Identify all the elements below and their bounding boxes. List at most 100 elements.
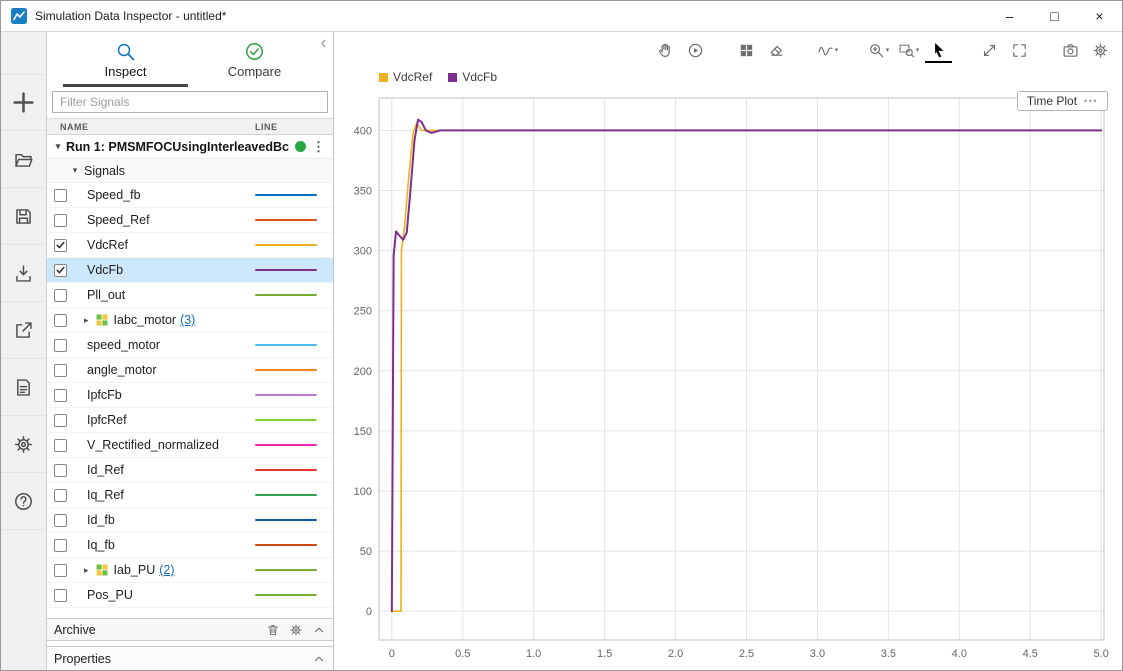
close-button[interactable]: ×	[1077, 1, 1122, 31]
tab-label: Inspect	[105, 64, 147, 79]
svg-text:0: 0	[389, 648, 395, 660]
signal-line-swatch	[255, 194, 333, 197]
create-report-button[interactable]	[1, 359, 46, 416]
svg-text:300: 300	[354, 246, 372, 258]
signal-row[interactable]: VdcFb	[47, 258, 333, 283]
signal-visibility-checkbox[interactable]	[54, 264, 67, 277]
signal-row[interactable]: Pos_PU	[47, 583, 333, 608]
run-row[interactable]: ▾ Run 1: PMSMFOCUsingInterleavedBc ⋮	[47, 135, 333, 159]
expand-icon[interactable]: ▾	[52, 141, 64, 152]
signal-count-link[interactable]: (2)	[159, 563, 174, 577]
open-button[interactable]	[1, 131, 46, 188]
snapshot-button[interactable]	[1057, 37, 1084, 63]
preferences-button[interactable]	[1, 416, 46, 473]
signal-line-swatch	[255, 469, 333, 472]
pan-button[interactable]	[652, 37, 679, 63]
pointer-button[interactable]	[925, 37, 952, 63]
signal-visibility-checkbox[interactable]	[54, 539, 67, 552]
signal-line-swatch	[255, 219, 333, 222]
run-menu-icon[interactable]: ⋮	[308, 139, 333, 155]
legend-item[interactable]: VdcFb	[448, 70, 497, 84]
export-button[interactable]	[1, 302, 46, 359]
save-icon	[13, 206, 34, 227]
chevron-up-icon[interactable]	[312, 652, 326, 666]
collapse-panel-icon[interactable]	[317, 37, 330, 55]
signal-visibility-checkbox[interactable]	[54, 464, 67, 477]
signal-row[interactable]: IpfcFb	[47, 383, 333, 408]
tab-compare[interactable]: Compare	[190, 32, 319, 87]
add-button[interactable]	[1, 74, 46, 131]
signal-row[interactable]: V_Rectified_normalized	[47, 433, 333, 458]
signal-line-swatch	[255, 294, 333, 297]
signal-row[interactable]: Speed_Ref	[47, 208, 333, 233]
zoom-button[interactable]: ▾	[865, 37, 892, 63]
signal-row[interactable]: ▸Iab_PU(2)	[47, 558, 333, 583]
archive-bar[interactable]: Archive	[47, 618, 333, 641]
layout-button[interactable]	[733, 37, 760, 63]
archive-settings-gear-icon[interactable]	[289, 623, 303, 637]
signal-row[interactable]: Id_fb	[47, 508, 333, 533]
maximize-plot-button[interactable]	[1006, 37, 1033, 63]
signal-visibility-checkbox[interactable]	[54, 314, 67, 327]
signal-row[interactable]: angle_motor	[47, 358, 333, 383]
filter-signals-input[interactable]	[52, 91, 328, 113]
signal-row[interactable]: Iq_Ref	[47, 483, 333, 508]
chart-area[interactable]: 00.51.01.52.02.53.03.54.04.55.0050100150…	[343, 88, 1114, 666]
signal-visibility-checkbox[interactable]	[54, 439, 67, 452]
svg-text:350: 350	[354, 186, 372, 198]
signal-visibility-checkbox[interactable]	[54, 389, 67, 402]
expand-icon[interactable]: ▾	[69, 165, 81, 176]
svg-text:250: 250	[354, 306, 372, 318]
signal-visibility-checkbox[interactable]	[54, 564, 67, 577]
signal-visibility-checkbox[interactable]	[54, 414, 67, 427]
signal-visibility-checkbox[interactable]	[54, 289, 67, 302]
signal-visibility-checkbox[interactable]	[54, 189, 67, 202]
signal-visibility-checkbox[interactable]	[54, 589, 67, 602]
fit-to-view-button[interactable]	[976, 37, 1003, 63]
line-style-button[interactable]: ▾	[814, 37, 841, 63]
app-toolbar	[1, 32, 47, 670]
signal-count-link[interactable]: (3)	[180, 313, 195, 327]
signal-row[interactable]: Id_Ref	[47, 458, 333, 483]
trash-icon[interactable]	[266, 623, 280, 637]
save-button[interactable]	[1, 188, 46, 245]
svg-text:3.5: 3.5	[881, 648, 896, 660]
clear-plot-button[interactable]	[763, 37, 790, 63]
maximize-button[interactable]: □	[1032, 1, 1077, 31]
zoom-region-button[interactable]: ▾	[895, 37, 922, 63]
window-controls: – □ ×	[987, 1, 1122, 31]
replay-button[interactable]	[682, 37, 709, 63]
legend-item[interactable]: VdcRef	[379, 70, 432, 84]
pan-hand-icon	[657, 42, 674, 59]
signal-row[interactable]: VdcRef	[47, 233, 333, 258]
signal-visibility-checkbox[interactable]	[54, 339, 67, 352]
expand-icon[interactable]: ▸	[84, 315, 89, 326]
signal-group-icon	[96, 314, 108, 326]
import-button[interactable]	[1, 245, 46, 302]
signal-visibility-checkbox[interactable]	[54, 514, 67, 527]
minimize-button[interactable]: –	[987, 1, 1032, 31]
tab-inspect[interactable]: Inspect	[61, 32, 190, 87]
signal-row[interactable]: IpfcRef	[47, 408, 333, 433]
signal-row[interactable]: Pll_out	[47, 283, 333, 308]
signals-group-row[interactable]: ▾ Signals	[47, 159, 333, 183]
properties-bar[interactable]: Properties	[47, 646, 333, 670]
time-plot-badge[interactable]: Time Plot •••	[1017, 91, 1108, 111]
signal-row[interactable]: speed_motor	[47, 333, 333, 358]
signal-name: IpfcRef	[87, 413, 127, 427]
help-button[interactable]	[1, 473, 46, 530]
signal-style-icon	[817, 42, 834, 59]
column-header-name: NAME	[47, 122, 255, 132]
signal-visibility-checkbox[interactable]	[54, 364, 67, 377]
plot-settings-button[interactable]	[1087, 37, 1114, 63]
time-plot[interactable]: 00.51.01.52.02.53.03.54.04.55.0050100150…	[343, 88, 1114, 666]
signal-visibility-checkbox[interactable]	[54, 214, 67, 227]
expand-icon[interactable]: ▸	[84, 565, 89, 576]
chevron-up-icon[interactable]	[312, 623, 326, 637]
signal-row[interactable]: ▸Iabc_motor(3)	[47, 308, 333, 333]
signal-visibility-checkbox[interactable]	[54, 239, 67, 252]
signal-row[interactable]: Speed_fb	[47, 183, 333, 208]
badge-menu-icon[interactable]: •••	[1084, 96, 1098, 106]
signal-visibility-checkbox[interactable]	[54, 489, 67, 502]
signal-row[interactable]: Iq_fb	[47, 533, 333, 558]
